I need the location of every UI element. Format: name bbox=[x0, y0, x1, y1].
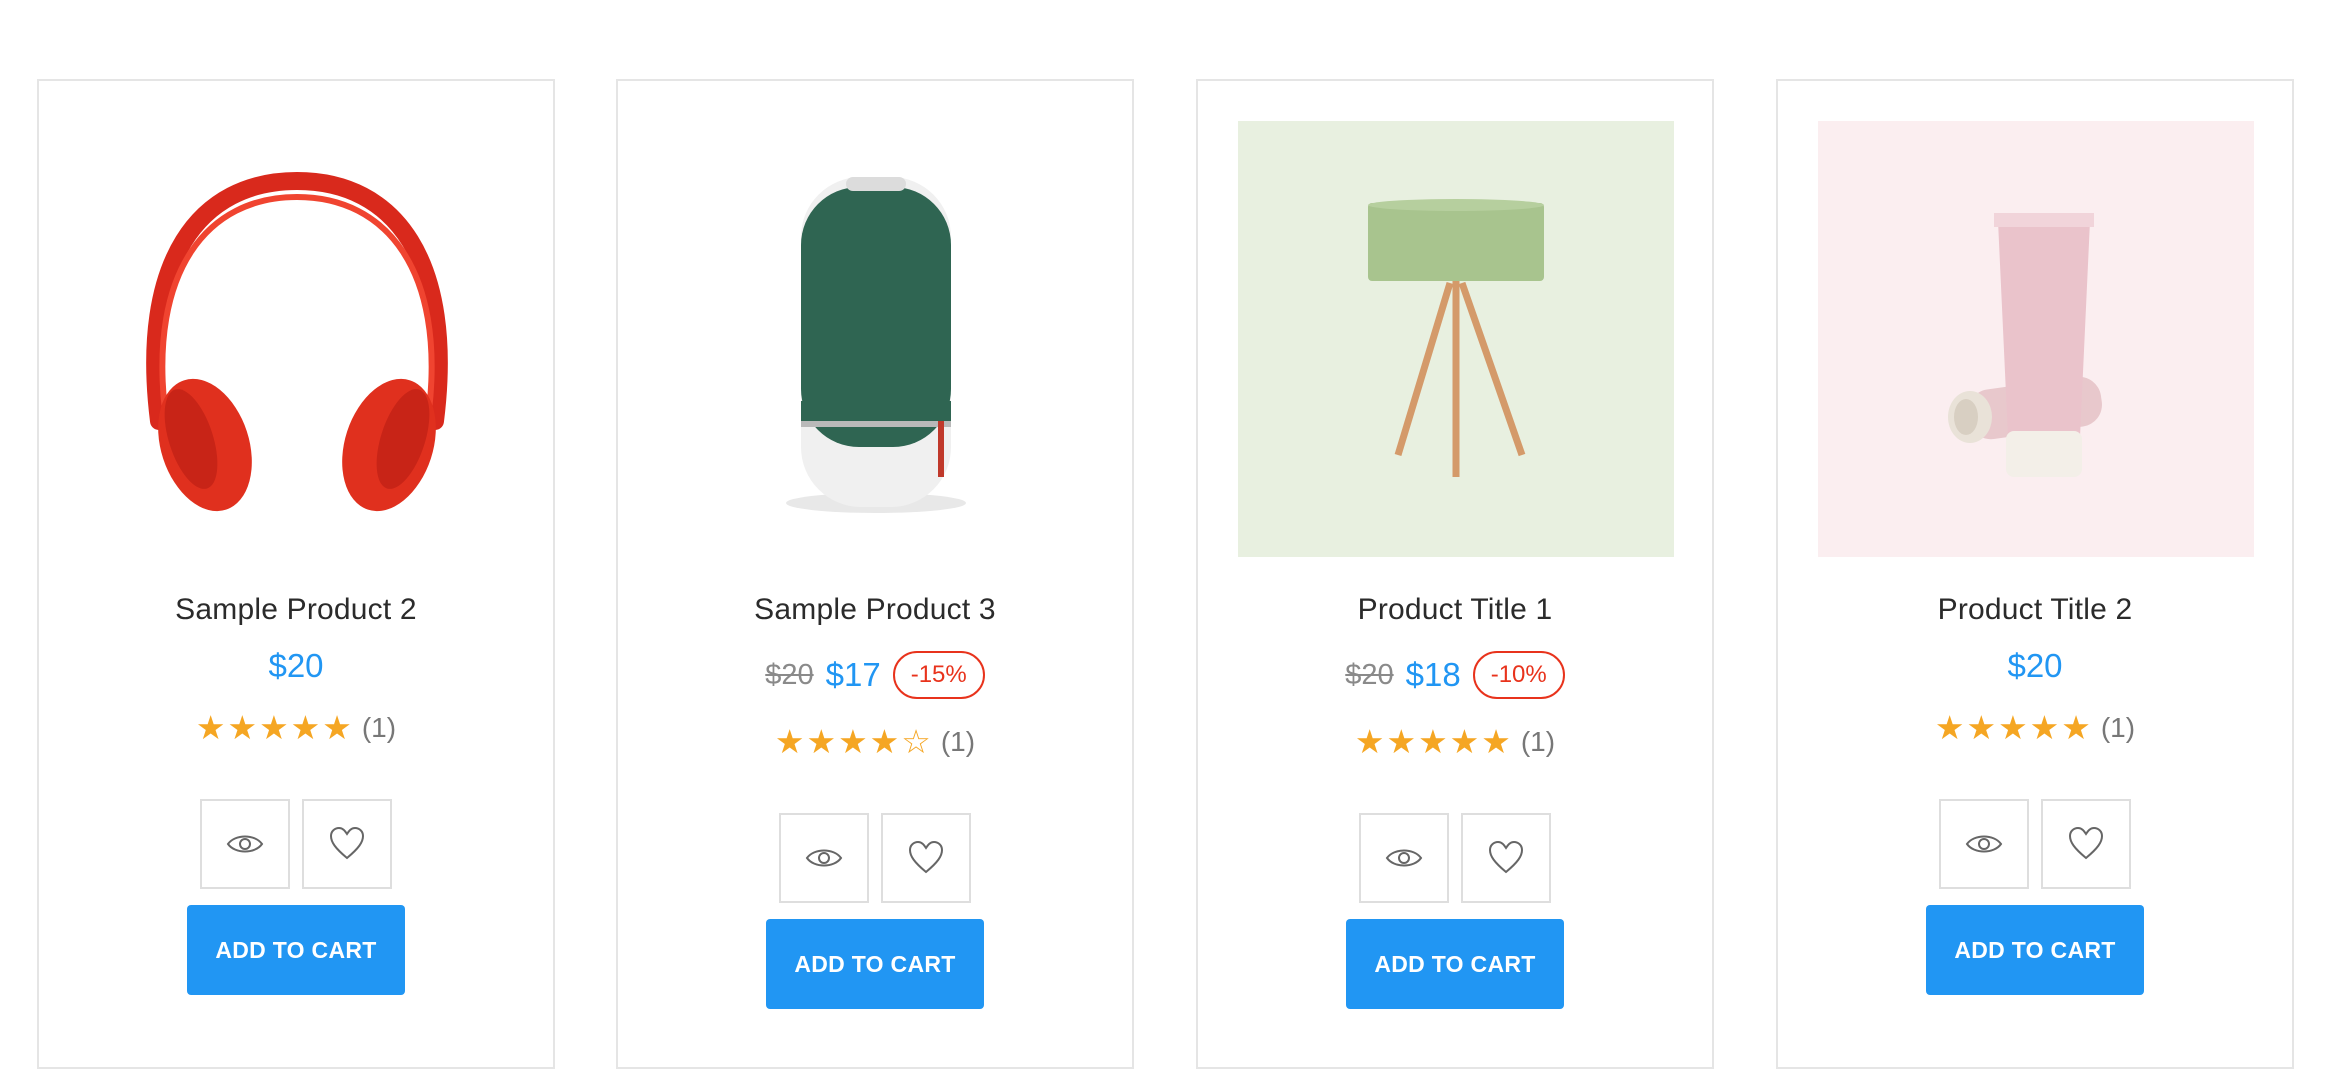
heart-icon bbox=[1488, 840, 1524, 874]
product-image-lamp[interactable] bbox=[1238, 121, 1674, 557]
product-image-headphones[interactable] bbox=[79, 121, 515, 557]
wishlist-button[interactable] bbox=[1461, 813, 1551, 903]
quick-view-button[interactable] bbox=[1359, 813, 1449, 903]
product-rating: ★ ★ ★ ★ ★ (1) bbox=[1778, 711, 2292, 744]
rating-count: (1) bbox=[1520, 725, 1556, 757]
original-price: $20 bbox=[765, 658, 814, 691]
product-title[interactable]: Product Title 2 bbox=[1778, 593, 2292, 627]
quick-view-button[interactable] bbox=[779, 813, 869, 903]
star-filled-icon: ★ bbox=[838, 723, 868, 760]
product-actions bbox=[39, 799, 553, 889]
price-row: $20 $17 -15% bbox=[618, 651, 1132, 699]
star-filled-icon: ★ bbox=[1418, 723, 1448, 760]
star-filled-icon: ★ bbox=[2029, 709, 2060, 746]
eye-icon bbox=[1965, 835, 2003, 853]
star-filled-icon: ★ bbox=[290, 709, 321, 746]
wishlist-button[interactable] bbox=[302, 799, 392, 889]
quick-view-button[interactable] bbox=[1939, 799, 2029, 889]
quick-view-button[interactable] bbox=[200, 799, 290, 889]
lamp-image bbox=[1368, 199, 1544, 477]
headphones-image bbox=[146, 171, 448, 512]
product-card[interactable]: Sample Product 2 $20 ★ ★ ★ ★ ★ (1) ADD TO CAR… bbox=[37, 79, 555, 1069]
product-price: $20 bbox=[2007, 647, 2063, 684]
star-filled-icon: ★ bbox=[1449, 723, 1480, 760]
product-card[interactable]: Sample Product 3 $20 $17 -15% ★ ★ ★ ★ ☆ (1) A… bbox=[616, 79, 1134, 1069]
add-to-cart-button[interactable]: ADD TO CART bbox=[1926, 905, 2144, 995]
star-filled-icon: ★ bbox=[322, 709, 352, 746]
add-to-cart-button[interactable]: ADD TO CART bbox=[187, 905, 405, 995]
product-price: $18 bbox=[1405, 656, 1461, 693]
product-card[interactable]: Product Title 2 $20 ★ ★ ★ ★ ★ (1) ADD TO CART bbox=[1776, 79, 2294, 1069]
product-image-speaker[interactable] bbox=[658, 121, 1094, 557]
product-title[interactable]: Sample Product 2 bbox=[39, 593, 553, 627]
star-filled-icon: ★ bbox=[1998, 709, 2028, 746]
rating-count: (1) bbox=[361, 711, 397, 743]
star-filled-icon: ★ bbox=[774, 723, 805, 760]
star-filled-icon: ★ bbox=[227, 709, 258, 746]
product-image-cosmetic-tube[interactable] bbox=[1818, 121, 2254, 557]
product-title[interactable]: Sample Product 3 bbox=[618, 593, 1132, 627]
discount-badge: -10% bbox=[1472, 651, 1565, 699]
star-filled-icon: ★ bbox=[1481, 723, 1511, 760]
product-rating: ★ ★ ★ ★ ★ (1) bbox=[39, 711, 553, 744]
cosmetic-tube-image bbox=[1948, 213, 2102, 477]
product-rating: ★ ★ ★ ★ ★ (1) bbox=[1198, 725, 1712, 758]
star-filled-icon: ★ bbox=[1966, 709, 1997, 746]
price-row: $20 bbox=[1778, 647, 2292, 685]
product-actions bbox=[1198, 813, 1712, 903]
original-price: $20 bbox=[1345, 658, 1394, 691]
product-price: $20 bbox=[268, 647, 324, 684]
product-price: $17 bbox=[825, 656, 881, 693]
star-filled-icon: ★ bbox=[195, 709, 226, 746]
speaker-image bbox=[786, 177, 966, 513]
star-filled-icon: ★ bbox=[259, 709, 289, 746]
eye-icon bbox=[226, 835, 264, 853]
eye-icon bbox=[805, 849, 843, 867]
add-to-cart-button[interactable]: ADD TO CART bbox=[766, 919, 984, 1009]
wishlist-button[interactable] bbox=[2041, 799, 2131, 889]
heart-icon bbox=[2068, 826, 2104, 860]
rating-count: (1) bbox=[940, 725, 976, 757]
product-title[interactable]: Product Title 1 bbox=[1198, 593, 1712, 627]
star-filled-icon: ★ bbox=[1386, 723, 1417, 760]
rating-count: (1) bbox=[2100, 711, 2136, 743]
star-filled-icon: ★ bbox=[1934, 709, 1965, 746]
star-filled-icon: ★ bbox=[806, 723, 837, 760]
star-empty-icon: ☆ bbox=[901, 723, 931, 760]
product-actions bbox=[618, 813, 1132, 903]
price-row: $20 $18 -10% bbox=[1198, 651, 1712, 699]
star-filled-icon: ★ bbox=[869, 723, 900, 760]
eye-icon bbox=[1385, 849, 1423, 867]
star-filled-icon: ★ bbox=[1354, 723, 1385, 760]
add-to-cart-button[interactable]: ADD TO CART bbox=[1346, 919, 1564, 1009]
product-rating: ★ ★ ★ ★ ☆ (1) bbox=[618, 725, 1132, 758]
discount-badge: -15% bbox=[892, 651, 985, 699]
star-filled-icon: ★ bbox=[2061, 709, 2091, 746]
price-row: $20 bbox=[39, 647, 553, 685]
product-card[interactable]: Product Title 1 $20 $18 -10% ★ ★ ★ ★ ★ (1) AD… bbox=[1196, 79, 1714, 1069]
heart-icon bbox=[329, 826, 365, 860]
product-actions bbox=[1778, 799, 2292, 889]
wishlist-button[interactable] bbox=[881, 813, 971, 903]
heart-icon bbox=[908, 840, 944, 874]
